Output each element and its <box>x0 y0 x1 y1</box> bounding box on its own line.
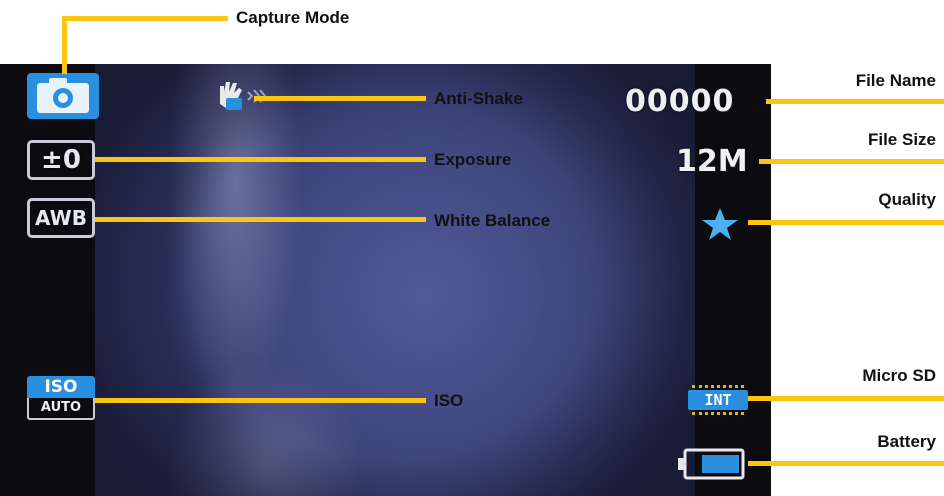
iso-label: ISO <box>27 376 95 398</box>
camera-lcd-screen: ±0 AWB ISO AUTO 00000 12M INT <box>0 64 771 496</box>
callout-line-battery <box>748 461 944 466</box>
label-file-name: File Name <box>855 71 936 90</box>
callout-line-quality <box>748 220 944 225</box>
label-anti-shake: Anti-Shake <box>434 89 523 108</box>
white-balance-value: AWB <box>35 206 87 230</box>
star-icon <box>702 208 738 240</box>
battery-icon <box>678 448 745 480</box>
exposure-indicator: ±0 <box>27 140 95 180</box>
battery-indicator <box>676 447 748 481</box>
capture-mode-indicator <box>27 73 99 119</box>
label-file-size: File Size <box>867 130 936 149</box>
callout-line-micro-sd <box>748 396 944 401</box>
white-balance-indicator: AWB <box>27 198 95 238</box>
file-name-display: 00000 <box>625 84 735 119</box>
label-capture-mode: Capture Mode <box>236 8 350 27</box>
storage-value: INT <box>688 390 748 410</box>
callout-line-exposure <box>95 157 426 162</box>
iso-value: AUTO <box>27 398 95 420</box>
label-white-balance: White Balance <box>434 211 551 230</box>
callout-line-file-name <box>766 99 944 104</box>
callout-line-iso <box>95 398 426 403</box>
exposure-value: ±0 <box>41 145 81 175</box>
label-micro-sd: Micro SD <box>862 366 936 385</box>
file-size-display: 12M <box>676 144 748 179</box>
callout-line-file-size <box>759 159 944 164</box>
callout-line-white-balance <box>95 217 426 222</box>
quality-indicator <box>700 206 740 242</box>
iso-indicator: ISO AUTO <box>27 376 95 422</box>
label-iso: ISO <box>434 391 464 410</box>
callout-line-capture-mode-vertical <box>62 16 67 74</box>
camera-preview-image <box>95 64 695 496</box>
camera-icon <box>37 78 89 113</box>
storage-indicator: INT <box>688 385 748 415</box>
callout-line-anti-shake <box>254 96 426 101</box>
callout-line-capture-mode-horizontal <box>62 16 228 21</box>
label-exposure: Exposure <box>434 150 512 169</box>
label-battery: Battery <box>877 432 936 451</box>
label-quality: Quality <box>878 190 936 209</box>
